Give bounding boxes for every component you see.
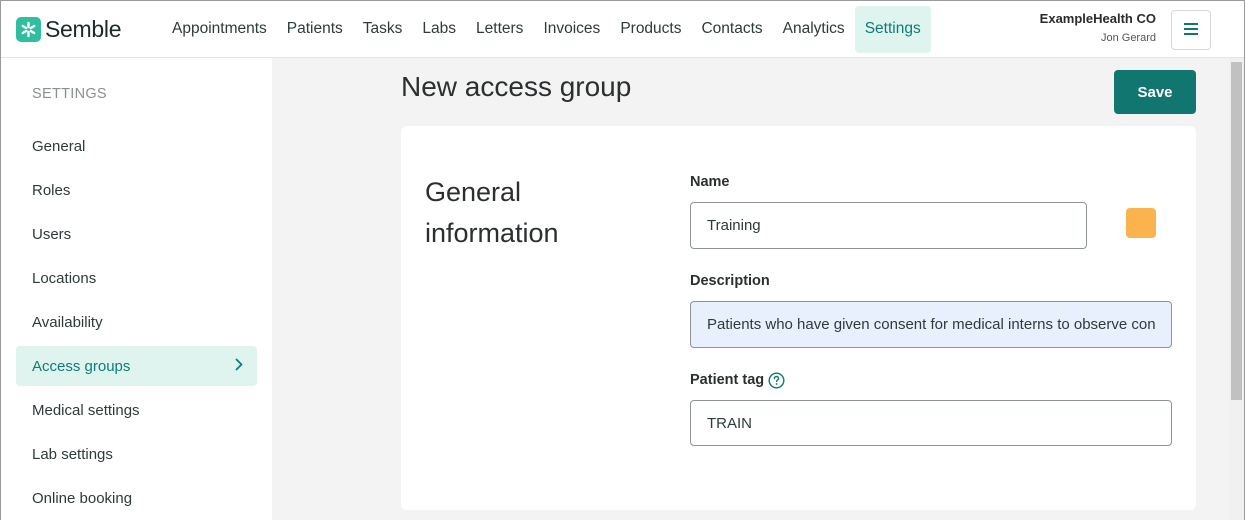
sidebar-item-general[interactable]: General — [16, 126, 257, 166]
sidebar-item-access-groups[interactable]: Access groups — [16, 346, 257, 386]
save-button[interactable]: Save — [1114, 70, 1196, 114]
description-label: Description — [690, 273, 770, 289]
asterisk-icon — [16, 16, 41, 42]
sidebar-item-roles[interactable]: Roles — [16, 170, 257, 210]
settings-sidebar: SETTINGS General Roles Users Locations A… — [1, 58, 272, 520]
page-scrollbar[interactable] — [1229, 58, 1244, 520]
page-title: New access group — [401, 71, 632, 102]
sidebar-item-users[interactable]: Users — [16, 214, 257, 254]
sidebar-item-label: Access groups — [32, 357, 131, 375]
semble-logo[interactable]: Semble — [16, 16, 156, 43]
brand-name: Semble — [45, 15, 122, 42]
nav-invoices[interactable]: Invoices — [533, 6, 610, 53]
menu-button[interactable] — [1171, 10, 1211, 50]
nav-contacts[interactable]: Contacts — [691, 6, 772, 53]
sidebar-item-online-booking[interactable]: Online booking — [16, 478, 257, 518]
sidebar-item-lab-settings[interactable]: Lab settings — [16, 434, 257, 474]
sidebar-heading: SETTINGS — [32, 86, 107, 102]
sidebar-item-label: Roles — [32, 181, 71, 199]
main-nav: Appointments Patients Tasks Labs Letters… — [162, 1, 931, 57]
sidebar-item-label: Locations — [32, 269, 97, 287]
nav-settings[interactable]: Settings — [854, 5, 931, 53]
nav-letters[interactable]: Letters — [466, 6, 533, 53]
question-circle-icon[interactable] — [768, 372, 785, 394]
chevron-right-icon — [235, 358, 243, 375]
sidebar-item-medical-settings[interactable]: Medical settings — [16, 390, 257, 430]
sidebar-item-label: Availability — [32, 313, 103, 331]
sidebar-item-label: Medical settings — [32, 401, 140, 419]
scrollbar-thumb[interactable] — [1231, 62, 1242, 400]
sidebar-item-label: Online booking — [32, 489, 133, 507]
sidebar-item-label: Lab settings — [32, 445, 113, 463]
hamburger-menu-icon — [1184, 22, 1198, 38]
general-information-card: General information Name Training Descri… — [401, 126, 1196, 510]
sidebar-item-availability[interactable]: Availability — [16, 302, 257, 342]
patient-tag-label: Patient tag — [690, 372, 765, 388]
nav-patients[interactable]: Patients — [277, 6, 353, 53]
nav-analytics[interactable]: Analytics — [773, 6, 855, 53]
patient-tag-input[interactable]: TRAIN — [690, 400, 1172, 446]
top-navigation-bar: Semble Appointments Patients Tasks Labs … — [1, 1, 1244, 58]
nav-products[interactable]: Products — [610, 6, 691, 53]
group-color-picker[interactable] — [1126, 208, 1156, 238]
sidebar-item-label: Users — [32, 225, 72, 243]
name-input[interactable]: Training — [690, 202, 1087, 249]
nav-tasks[interactable]: Tasks — [353, 6, 413, 53]
nav-labs[interactable]: Labs — [412, 6, 466, 53]
section-title: General information — [425, 177, 559, 248]
account-info[interactable]: ExampleHealth CO Jon Gerard — [1040, 11, 1156, 44]
sidebar-item-locations[interactable]: Locations — [16, 258, 257, 298]
user-name: Jon Gerard — [1100, 32, 1156, 44]
nav-appointments[interactable]: Appointments — [162, 6, 277, 53]
name-label: Name — [690, 174, 730, 190]
description-input[interactable]: Patients who have given consent for medi… — [690, 301, 1172, 348]
main-content: New access group Save General informatio… — [272, 58, 1229, 520]
sidebar-item-label: General — [32, 137, 86, 155]
organization-name: ExampleHealth CO — [1039, 11, 1156, 26]
